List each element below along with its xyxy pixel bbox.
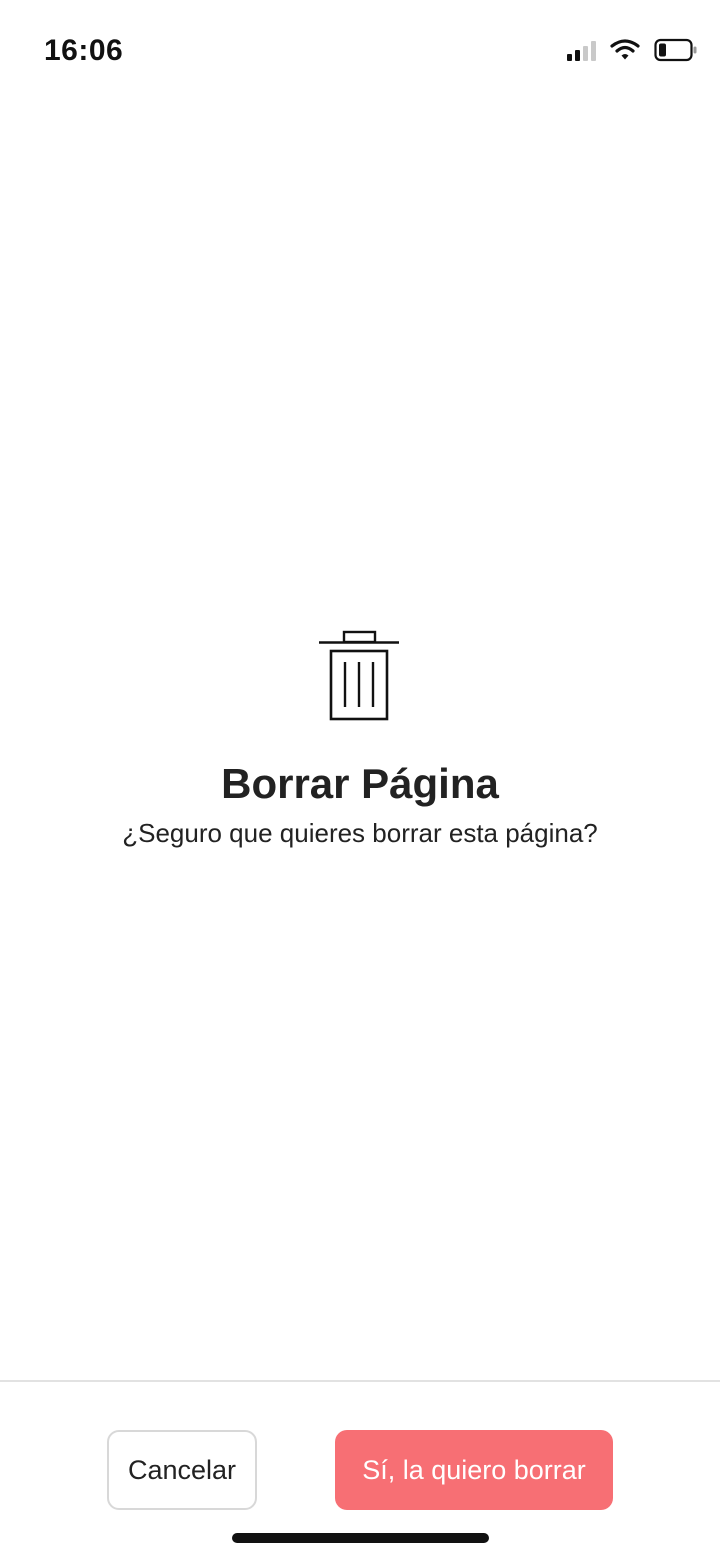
battery-icon xyxy=(654,38,697,62)
cancel-button[interactable]: Cancelar xyxy=(107,1430,257,1510)
status-time: 16:06 xyxy=(44,34,124,67)
dialog-title: Borrar Página xyxy=(221,760,499,807)
wifi-icon xyxy=(610,39,640,60)
delete-page-dialog: Borrar Página ¿Seguro que quieres borrar… xyxy=(0,630,720,849)
confirm-delete-button[interactable]: Sí, la quiero borrar xyxy=(335,1430,613,1510)
cellular-signal-icon xyxy=(567,39,596,61)
trash-icon xyxy=(319,630,399,721)
home-indicator[interactable] xyxy=(232,1533,489,1543)
dialog-message: ¿Seguro que quieres borrar esta página? xyxy=(122,818,598,848)
status-bar: 16:06 xyxy=(0,0,720,100)
status-icons xyxy=(567,38,698,62)
divider xyxy=(0,1380,720,1382)
